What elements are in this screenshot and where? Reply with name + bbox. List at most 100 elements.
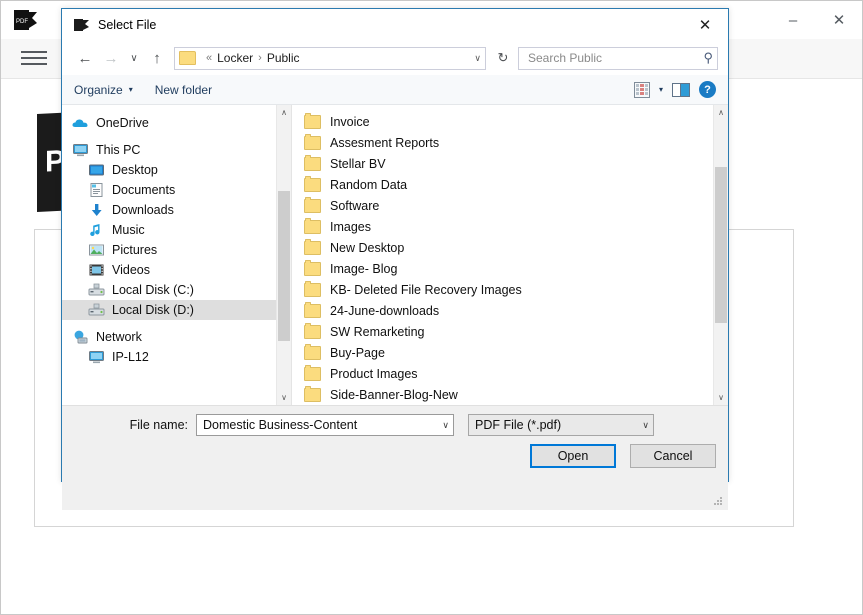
sidebar-item-label: Documents bbox=[112, 183, 176, 197]
forward-button[interactable]: → bbox=[98, 45, 124, 71]
chevron-down-icon[interactable]: ▾ bbox=[659, 85, 663, 94]
downloads-icon bbox=[88, 202, 105, 218]
sidebar-item-videos[interactable]: Videos bbox=[62, 260, 291, 280]
sidebar-item-pictures[interactable]: Pictures bbox=[62, 240, 291, 260]
sidebar-item-label: Pictures bbox=[112, 243, 158, 257]
chevron-down-icon[interactable]: ∨ bbox=[642, 420, 649, 431]
command-bar: Organize ▾ New folder ▾ ? bbox=[62, 75, 728, 105]
file-name-row: File name: Domestic Business-Content ∨ P… bbox=[62, 414, 728, 436]
folder-icon bbox=[304, 301, 321, 318]
hamburger-menu-icon[interactable] bbox=[21, 48, 47, 68]
background-window-controls: – ✕ bbox=[770, 1, 862, 39]
preview-pane-icon[interactable] bbox=[672, 82, 690, 97]
screen: PDF – ✕ PD Select File ✕ bbox=[0, 0, 863, 615]
sidebar-item-desktop[interactable]: Desktop bbox=[62, 160, 291, 180]
list-item-label: Random Data bbox=[330, 177, 408, 192]
sidebar-item-downloads[interactable]: Downloads bbox=[62, 200, 291, 220]
sidebar-item-documents[interactable]: Documents bbox=[62, 180, 291, 200]
list-item[interactable]: Random Data bbox=[292, 174, 728, 195]
list-item[interactable]: Image- Blog bbox=[292, 258, 728, 279]
select-file-icon bbox=[74, 19, 89, 31]
dialog-close-button[interactable]: ✕ bbox=[682, 9, 728, 41]
organize-button[interactable]: Organize ▾ bbox=[74, 83, 133, 97]
list-item[interactable]: New Desktop bbox=[292, 237, 728, 258]
list-item[interactable]: Buy-Page bbox=[292, 342, 728, 363]
search-box[interactable]: ⚲ bbox=[518, 46, 718, 70]
file-name-input[interactable]: Domestic Business-Content ∨ bbox=[196, 414, 454, 436]
file-list: Invoice Assesment Reports Stellar BV Random… bbox=[292, 105, 728, 405]
help-icon[interactable]: ? bbox=[699, 81, 716, 98]
dialog-panes: OneDrive This PC Desktop Documents Downloads… bbox=[62, 105, 728, 406]
open-button[interactable]: Open bbox=[530, 444, 616, 468]
sidebar-item-network[interactable]: Network bbox=[62, 327, 291, 347]
close-button[interactable]: ✕ bbox=[816, 1, 862, 39]
folder-icon bbox=[304, 175, 321, 192]
sidebar-item-local-disk-d[interactable]: Local Disk (D:) bbox=[62, 300, 291, 320]
disk-icon bbox=[88, 282, 105, 298]
list-item[interactable]: Side-Banner-Blog-New bbox=[292, 384, 728, 405]
scroll-up-arrow[interactable]: ∧ bbox=[277, 105, 291, 120]
up-button[interactable]: ↑ bbox=[144, 45, 170, 71]
command-bar-right: ▾ ? bbox=[633, 81, 716, 98]
list-item[interactable]: Software bbox=[292, 195, 728, 216]
file-name-value: Domestic Business-Content bbox=[203, 418, 358, 432]
sidebar-item-onedrive[interactable]: OneDrive bbox=[62, 113, 291, 133]
list-item-label: Stellar BV bbox=[330, 156, 386, 171]
sidebar-item-local-disk-c[interactable]: Local Disk (C:) bbox=[62, 280, 291, 300]
refresh-icon[interactable]: ↻ bbox=[492, 47, 514, 70]
folder-icon bbox=[304, 154, 321, 171]
desktop-icon bbox=[88, 162, 105, 178]
sidebar-item-label: Music bbox=[112, 223, 145, 237]
network-icon bbox=[72, 329, 89, 345]
list-item[interactable]: SW Remarketing bbox=[292, 321, 728, 342]
chevron-down-icon[interactable]: ∨ bbox=[474, 53, 481, 64]
chevron-down-icon: ▾ bbox=[128, 85, 133, 94]
search-icon[interactable]: ⚲ bbox=[703, 50, 713, 66]
sidebar-item-label: IP-L12 bbox=[112, 350, 149, 364]
list-item[interactable]: Stellar BV bbox=[292, 153, 728, 174]
sidebar-item-label: Videos bbox=[112, 263, 150, 277]
scroll-down-arrow[interactable]: ∨ bbox=[714, 390, 728, 405]
breadcrumb-item-locker[interactable]: Locker bbox=[217, 51, 253, 65]
breadcrumb-prefix: « bbox=[206, 52, 213, 64]
list-item[interactable]: Images bbox=[292, 216, 728, 237]
sidebar-item-ip-l12[interactable]: IP-L12 bbox=[62, 347, 291, 367]
sidebar-item-music[interactable]: Music bbox=[62, 220, 291, 240]
tree-scrollbar[interactable]: ∧ ∨ bbox=[276, 105, 291, 405]
scroll-down-arrow[interactable]: ∨ bbox=[277, 390, 291, 405]
search-input[interactable] bbox=[526, 50, 704, 66]
list-item[interactable]: Invoice bbox=[292, 111, 728, 132]
view-options-icon[interactable] bbox=[633, 81, 650, 98]
file-list-scrollbar[interactable]: ∧ ∨ bbox=[713, 105, 728, 405]
folder-icon bbox=[304, 112, 321, 129]
new-folder-button[interactable]: New folder bbox=[155, 83, 212, 97]
computer-icon bbox=[72, 142, 89, 158]
chevron-down-icon[interactable]: ∨ bbox=[442, 420, 449, 431]
list-item[interactable]: Assesment Reports bbox=[292, 132, 728, 153]
list-item-label: 24-June-downloads bbox=[330, 303, 440, 318]
scroll-up-arrow[interactable]: ∧ bbox=[714, 105, 728, 120]
resize-grip[interactable] bbox=[714, 497, 724, 507]
sidebar-item-this-pc[interactable]: This PC bbox=[62, 140, 291, 160]
list-item-label: Invoice bbox=[330, 114, 370, 129]
folder-icon bbox=[304, 259, 321, 276]
address-bar[interactable]: « Locker › Public ∨ bbox=[174, 46, 486, 70]
file-type-filter-dropdown[interactable]: PDF File (*.pdf) ∨ bbox=[468, 414, 654, 436]
list-item[interactable]: KB- Deleted File Recovery Images bbox=[292, 279, 728, 300]
file-type-filter-value: PDF File (*.pdf) bbox=[475, 418, 562, 432]
scroll-thumb[interactable] bbox=[278, 191, 290, 341]
navigation-tree-pane: OneDrive This PC Desktop Documents Downloads… bbox=[62, 105, 292, 405]
recent-locations-button[interactable]: ∨ bbox=[124, 45, 144, 71]
list-item-label: Images bbox=[330, 219, 371, 234]
folder-icon bbox=[304, 196, 321, 213]
back-button[interactable]: ← bbox=[72, 45, 98, 71]
cancel-button[interactable]: Cancel bbox=[630, 444, 716, 468]
scroll-thumb[interactable] bbox=[715, 167, 727, 323]
list-item[interactable]: Product Images bbox=[292, 363, 728, 384]
folder-icon bbox=[304, 385, 321, 402]
breadcrumb-item-public[interactable]: Public bbox=[267, 51, 300, 65]
minimize-button[interactable]: – bbox=[770, 1, 816, 39]
list-item[interactable]: 24-June-downloads bbox=[292, 300, 728, 321]
videos-icon bbox=[88, 262, 105, 278]
